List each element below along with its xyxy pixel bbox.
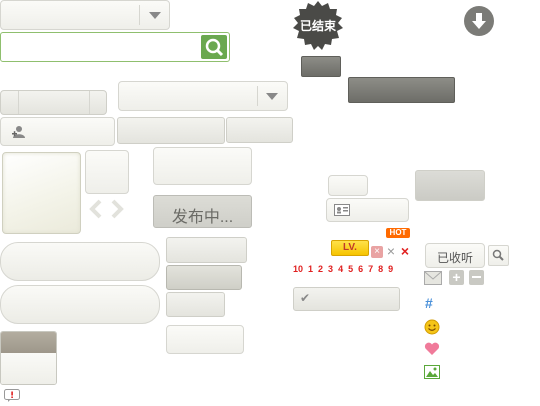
level-number: 8 — [378, 264, 384, 274]
user-field[interactable] — [0, 117, 115, 146]
small-search-button[interactable] — [488, 245, 509, 266]
image-icon[interactable] — [424, 365, 440, 379]
chevron-left-icon[interactable] — [85, 198, 107, 220]
chevron-right-icon[interactable] — [106, 198, 128, 220]
level-number: 9 — [388, 264, 394, 274]
segment-divider — [89, 91, 90, 114]
chevron-down-icon — [266, 93, 278, 100]
small-square-frame — [85, 150, 129, 194]
gray-button[interactable] — [166, 292, 225, 317]
level-number: 2 — [318, 264, 324, 274]
level-number: 10 — [293, 264, 304, 274]
search-icon — [205, 38, 224, 57]
publish-button[interactable]: 发布中... — [153, 195, 252, 228]
download-arrow-icon[interactable] — [464, 6, 494, 36]
tab-block-bottom — [1, 353, 56, 384]
gray-button[interactable] — [166, 237, 247, 263]
level-number: 7 — [368, 264, 374, 274]
textarea-box[interactable] — [153, 147, 252, 185]
dropdown-select[interactable] — [118, 81, 288, 111]
tab-block-top — [1, 332, 56, 353]
search-button[interactable] — [201, 35, 227, 59]
hot-badge-label: HOT — [389, 228, 407, 237]
check-bar[interactable]: ✔ — [293, 287, 400, 311]
search-icon — [492, 249, 504, 261]
large-rounded-button[interactable] — [0, 285, 160, 324]
segmented-control[interactable] — [0, 90, 107, 115]
gray-button[interactable] — [226, 117, 293, 143]
ended-badge: 已结束 — [292, 0, 344, 52]
gray-button[interactable] — [117, 117, 225, 144]
level-numbers: 10 1 2 3 4 5 6 7 8 9 — [293, 264, 418, 276]
close-x-icon[interactable]: × — [371, 246, 383, 258]
heart-icon[interactable] — [424, 342, 440, 356]
gray-button-pressed[interactable] — [166, 265, 242, 290]
alert-icon — [4, 389, 20, 402]
large-rounded-button[interactable] — [0, 242, 160, 281]
publish-button-label: 发布中... — [171, 209, 234, 226]
dark-large-button[interactable] — [348, 77, 455, 103]
chevron-down-icon — [149, 12, 161, 19]
level-number: 3 — [328, 264, 334, 274]
collected-button[interactable]: 已收听 — [425, 243, 485, 268]
minus-icon[interactable] — [469, 270, 484, 285]
contact-card-icon — [334, 204, 350, 216]
smiley-icon[interactable] — [424, 319, 440, 335]
avatar-frame — [2, 152, 81, 234]
collected-button-label: 已收听 — [436, 251, 473, 265]
dropdown-divider — [139, 5, 140, 25]
dropdown-select[interactable] — [0, 0, 170, 30]
close-x-icon[interactable]: × — [399, 244, 411, 258]
check-icon: ✔ — [300, 291, 311, 305]
search-field[interactable] — [0, 32, 230, 62]
level-number: 6 — [358, 264, 364, 274]
level-badge: LV. — [331, 240, 369, 256]
dropdown-divider — [257, 86, 258, 106]
tab-block[interactable] — [0, 331, 57, 385]
hashtag-icon[interactable]: # — [425, 295, 439, 311]
level-number: 4 — [338, 264, 344, 274]
small-input[interactable] — [328, 175, 368, 196]
level-number: 5 — [348, 264, 354, 274]
gray-button[interactable] — [415, 170, 485, 201]
mail-icon[interactable] — [424, 271, 442, 285]
plus-icon[interactable]: + — [449, 270, 464, 285]
user-add-icon — [12, 126, 25, 138]
ended-badge-label: 已结束 — [299, 19, 336, 33]
level-badge-label: LV. — [343, 242, 357, 253]
level-number: 1 — [308, 264, 314, 274]
close-x-icon[interactable]: × — [385, 244, 397, 258]
contact-field[interactable] — [326, 198, 409, 222]
white-button[interactable] — [166, 325, 244, 354]
hot-badge: HOT — [386, 228, 410, 238]
dark-small-button[interactable] — [301, 56, 341, 77]
segment-divider — [18, 91, 19, 114]
